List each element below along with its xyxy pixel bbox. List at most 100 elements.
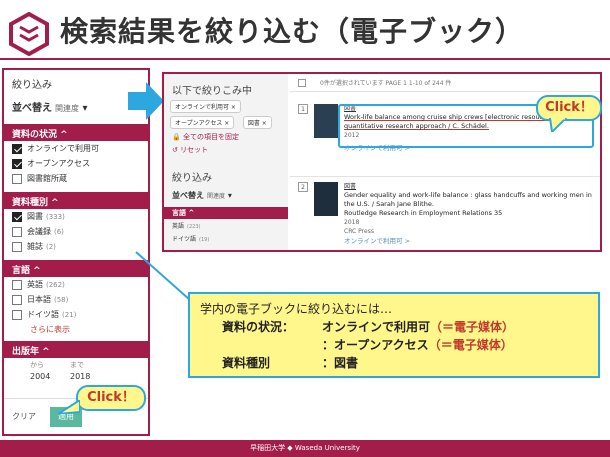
info-row-status: 資料の状況： オンラインで利用可（＝電子媒体） xyxy=(200,318,588,336)
facet-item-label: 図書館所蔵 xyxy=(27,174,67,183)
facet-item[interactable]: 英語 (223) xyxy=(164,219,288,232)
checkbox-unchecked[interactable] xyxy=(12,241,22,252)
clear-button[interactable]: クリア xyxy=(12,411,36,422)
filter-chip-openaccess[interactable]: オープンアクセス × xyxy=(170,116,235,129)
year-range-labels: から まで xyxy=(4,358,148,370)
facet-language-german[interactable]: ドイツ語 (21) xyxy=(4,307,148,322)
info-row-label: 資料の状況： xyxy=(222,320,295,334)
checkbox-checked[interactable] xyxy=(12,143,22,154)
facet-status-header[interactable]: 資料の状況 ^ xyxy=(4,124,148,141)
info-callout: 学内の電子ブックに絞り込むには… 資料の状況： オンラインで利用可（＝電子媒体） … xyxy=(188,292,600,378)
select-all-checkbox[interactable] xyxy=(298,78,306,87)
facet-item[interactable]: ドイツ語 (19) xyxy=(164,232,288,245)
facet-item-count: (262) xyxy=(46,280,65,289)
click-callout-top: Click！ xyxy=(536,95,602,121)
sort-control-2[interactable]: 並べ替え 関連度 ▾ xyxy=(164,184,288,201)
facet-item-count: (6) xyxy=(54,227,64,236)
info-intro: 学内の電子ブックに絞り込むには… xyxy=(200,302,393,316)
sort-control[interactable]: 並べ替え 関連度 ▾ xyxy=(4,91,148,118)
refine-heading-2: 絞り込み xyxy=(172,173,212,184)
info-row-label: 資料種別 xyxy=(222,356,271,370)
year-to-input[interactable]: 2018 xyxy=(70,372,110,381)
facet-item-label: オープンアクセス xyxy=(27,159,91,168)
facet-item-label: 英語 xyxy=(172,223,185,230)
facet-type-book[interactable]: 図書 (333) xyxy=(4,209,148,224)
keep-filters-label: 全ての項目を固定 xyxy=(182,133,239,141)
checkbox-unchecked[interactable] xyxy=(12,309,22,320)
results-sidebar: 以下で絞りこみ中 オンラインで利用可 × オープンアクセス × 図書 × 🔒 全… xyxy=(164,74,288,250)
checkbox-unchecked[interactable] xyxy=(12,226,22,237)
online-access-link[interactable]: オンラインで利用可 > xyxy=(344,237,594,246)
facet-status-online[interactable]: オンラインで利用可 xyxy=(4,141,148,156)
facet-language-header-2[interactable]: 言語 ^ xyxy=(164,207,288,219)
checkbox-checked[interactable] xyxy=(12,211,22,222)
facet-type-header[interactable]: 資料種別 ^ xyxy=(4,192,148,209)
info-row-accent: （＝電子媒体） xyxy=(428,338,513,352)
book-cover xyxy=(314,182,338,216)
result-body: 図書 Gender equality and work-life balance… xyxy=(344,182,594,246)
result-number: 2 xyxy=(298,182,308,192)
chevron-down-icon: ▾ xyxy=(227,191,232,200)
reset-icon: ↺ xyxy=(172,146,178,154)
facet-item-label: オンラインで利用可 xyxy=(27,144,99,153)
reset-link[interactable]: ↺ リセット xyxy=(164,142,288,155)
info-row-openaccess: ：オープンアクセス（＝電子媒体） xyxy=(200,336,588,354)
facet-item-label: 英語 xyxy=(27,280,43,289)
year-from-input[interactable]: 2004 xyxy=(30,372,70,381)
facet-item-label: 雑誌 xyxy=(27,242,43,251)
refine-heading: 絞り込み xyxy=(12,80,52,91)
checkbox-unchecked[interactable] xyxy=(12,279,22,290)
result-type: 図書 xyxy=(344,183,357,190)
facet-type-proceedings[interactable]: 会議録 (6) xyxy=(4,224,148,239)
facet-item-count: (223) xyxy=(187,224,201,230)
facet-item-label: 図書 xyxy=(27,212,43,221)
result-series: Routledge Research in Employment Relatio… xyxy=(344,209,503,217)
facet-language-english[interactable]: 英語 (262) xyxy=(4,277,148,292)
checkbox-unchecked[interactable] xyxy=(12,294,22,305)
result-number: 1 xyxy=(298,104,308,114)
callout-tail xyxy=(548,118,568,132)
facet-type-journal[interactable]: 雑誌 (2) xyxy=(4,239,148,254)
active-filters-heading: 以下で絞りこみ中 xyxy=(172,86,252,97)
facet-item-count: (2) xyxy=(46,242,56,251)
info-row-value: ：図書 xyxy=(322,356,359,370)
lock-icon: 🔒 xyxy=(172,133,181,141)
checkbox-unchecked[interactable] xyxy=(12,173,22,184)
facet-item-count: (19) xyxy=(199,237,210,243)
facet-year-header[interactable]: 出版年 ^ xyxy=(4,341,148,358)
filter-chip-book[interactable]: 図書 × xyxy=(242,116,272,129)
show-more-link[interactable]: さらに表示 xyxy=(4,322,148,335)
year-range-inputs: 2004 2018 xyxy=(4,370,148,381)
sort-label-2: 並べ替え xyxy=(172,191,204,200)
result-publisher: CRC Press xyxy=(344,228,374,235)
facet-item-count: (21) xyxy=(62,310,77,319)
filter-chip-online[interactable]: オンラインで利用可 × xyxy=(170,100,241,113)
result-title[interactable]: Gender equality and work-life balance : … xyxy=(344,191,594,209)
results-screenshot: 以下で絞りこみ中 オンラインで利用可 × オープンアクセス × 図書 × 🔒 全… xyxy=(162,72,602,252)
info-row-type: 資料種別 ：図書 xyxy=(200,354,588,372)
slide-footer: 早稲田大学 ◆ Waseda University xyxy=(0,440,610,457)
sort-value-2: 関連度 xyxy=(207,193,226,200)
sort-value: 関連度 xyxy=(55,104,79,113)
chevron-down-icon: ▾ xyxy=(82,103,88,114)
year-from-label: から xyxy=(30,361,44,369)
pointer-line xyxy=(135,251,191,301)
facet-item-label: 日本語 xyxy=(27,295,51,304)
library-logo-icon xyxy=(9,12,49,56)
results-toolbar: 0件が選択されています PAGE 1 1-10 of 244 件 xyxy=(290,74,600,92)
keep-filters-link[interactable]: 🔒 全ての項目を固定 xyxy=(164,129,288,142)
info-row-value: オンラインで利用可 xyxy=(322,320,431,334)
facet-item-count: (58) xyxy=(54,295,69,304)
facet-language-header[interactable]: 言語 ^ xyxy=(4,260,148,277)
facet-language-japanese[interactable]: 日本語 (58) xyxy=(4,292,148,307)
checkbox-checked[interactable] xyxy=(12,158,22,169)
arrow-right-icon xyxy=(128,82,164,120)
year-to-label: まで xyxy=(70,361,84,369)
info-row-accent: （＝電子媒体） xyxy=(430,320,515,334)
facet-status-openaccess[interactable]: オープンアクセス xyxy=(4,156,148,171)
sort-label: 並べ替え xyxy=(12,103,52,114)
callout-tail xyxy=(58,400,80,414)
facet-status-library[interactable]: 図書館所蔵 xyxy=(4,171,148,186)
result-year: 2018 xyxy=(344,219,360,226)
slide: 検索結果を絞り込む（電子ブック） 絞り込み 並べ替え 関連度 ▾ 資料の状況 ^ … xyxy=(0,0,610,457)
